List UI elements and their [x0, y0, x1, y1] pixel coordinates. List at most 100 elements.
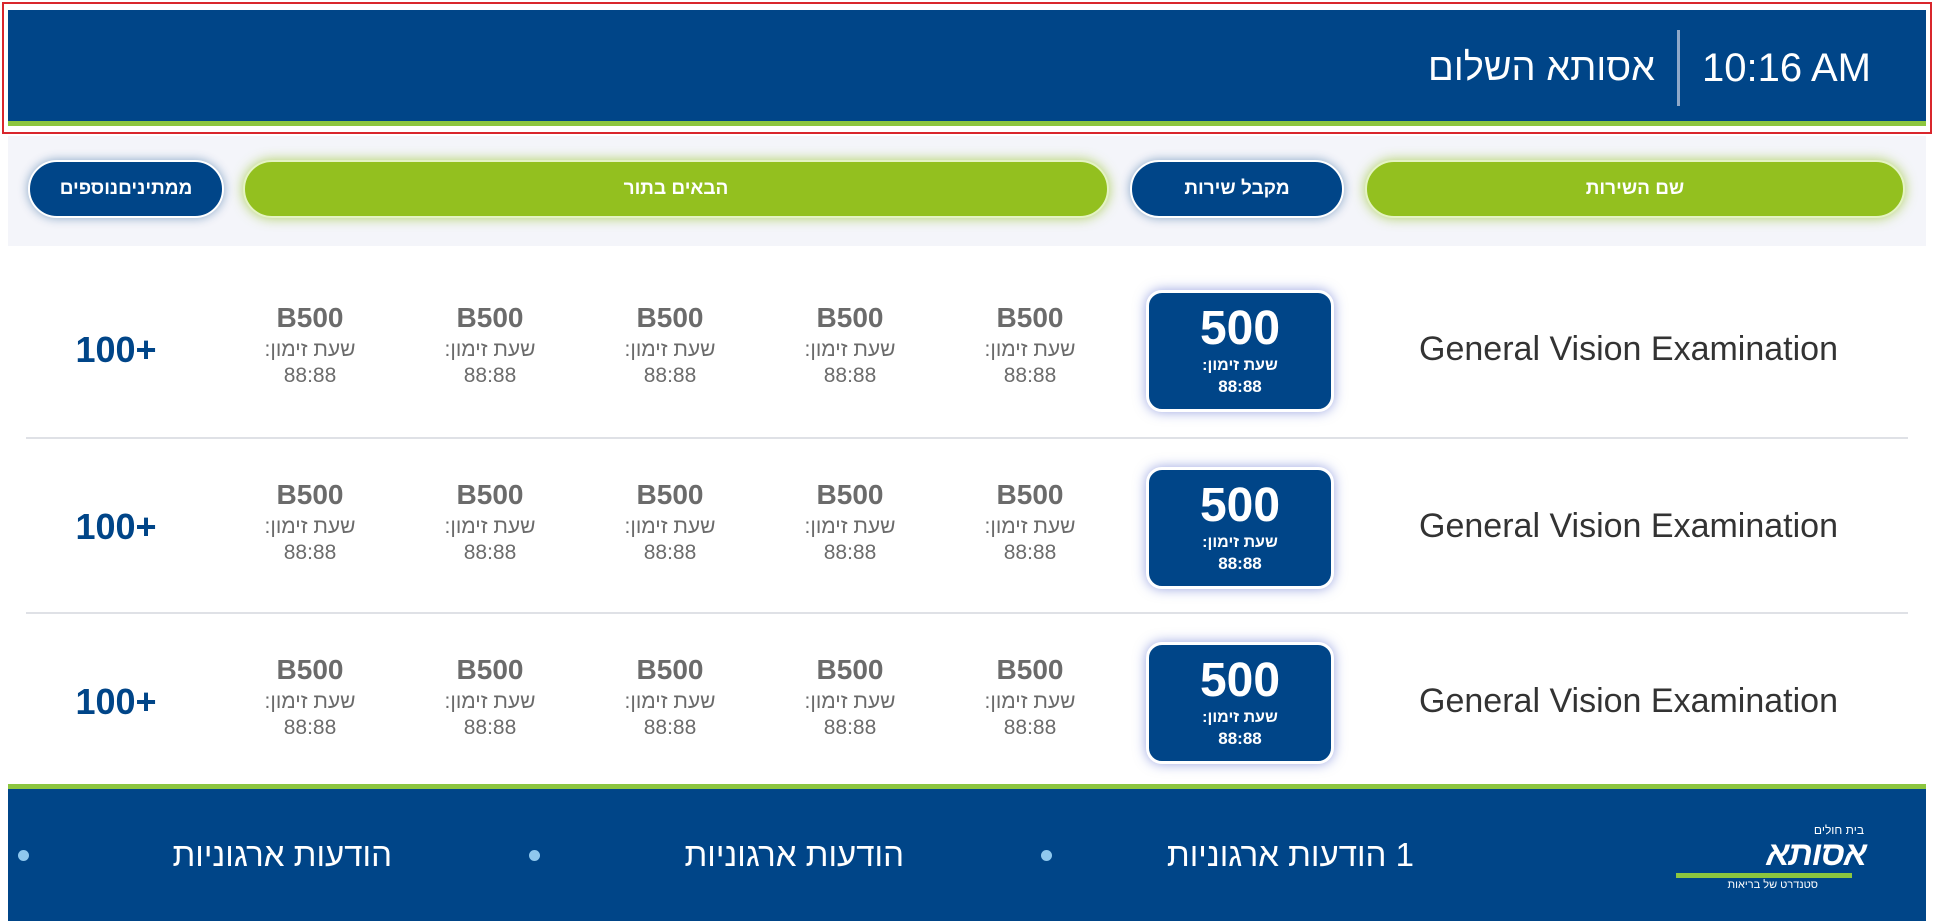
header-info: 10:16 AM אסותא השלום — [1428, 30, 1871, 106]
next-ticket-time: 88:88 — [283, 364, 337, 387]
next-ticket-number: B500 — [636, 302, 704, 333]
current-ticket-number: 500 — [1199, 479, 1281, 532]
next-ticket-time: 88:88 — [1003, 716, 1057, 739]
next-ticket-label: שעת זימון: — [264, 690, 356, 713]
next-ticket: B500 שעת זימון: 88:88 — [970, 654, 1090, 740]
next-ticket: B500 שעת זימון: 88:88 — [790, 479, 910, 565]
logo-subtitle: סטנדרט של בריאות — [1727, 879, 1818, 891]
next-ticket-label: שעת זימון: — [624, 515, 716, 538]
current-ticket: 500 שעת זימון: 88:88 — [1146, 642, 1334, 764]
next-ticket-time: 88:88 — [643, 716, 697, 739]
next-ticket-time: 88:88 — [643, 364, 697, 387]
next-ticket-number: B500 — [996, 479, 1064, 510]
column-next-in-line: הבאים בתור — [243, 160, 1109, 218]
next-ticket-time: 88:88 — [1003, 364, 1057, 387]
next-ticket-number: B500 — [636, 654, 704, 685]
next-ticket-time: 88:88 — [823, 541, 877, 564]
next-ticket-label: שעת זימון: — [264, 338, 356, 361]
next-ticket-time: 88:88 — [823, 716, 877, 739]
current-ticket-label: שעת זימון: — [1202, 709, 1278, 726]
current-ticket-time: 88:88 — [1218, 377, 1262, 396]
current-ticket-time: 88:88 — [1218, 554, 1262, 573]
queue-row: General Vision Examination 500 שעת זימון… — [26, 612, 1908, 787]
next-ticket: B500 שעת זימון: 88:88 — [250, 302, 370, 388]
next-ticket: B500 שעת זימון: 88:88 — [790, 654, 910, 740]
ticker-message: 1 הודעות ארגוניות — [1166, 836, 1414, 873]
footer-bar: בית חולים אסותא סטנדרט של בריאות 1 הודעו… — [8, 784, 1926, 921]
next-ticket-number: B500 — [276, 654, 344, 685]
next-ticket: B500 שעת זימון: 88:88 — [430, 654, 550, 740]
ticker-bullet — [529, 850, 540, 861]
hospital-name: אסותא השלום — [1428, 46, 1655, 89]
column-heading-bar: שם השירות מקבל שירות הבאים בתור ממתיניםנ… — [8, 136, 1926, 246]
current-ticket: 500 שעת זימון: 88:88 — [1146, 467, 1334, 589]
next-ticket: B500 שעת זימון: 88:88 — [430, 302, 550, 388]
top-header-bar: 10:16 AM אסותא השלום — [8, 10, 1926, 126]
next-ticket-time: 88:88 — [643, 541, 697, 564]
next-ticket-label: שעת זימון: — [984, 338, 1076, 361]
current-ticket: 500 שעת זימון: 88:88 — [1146, 290, 1334, 412]
next-ticket: B500 שעת זימון: 88:88 — [610, 479, 730, 565]
next-ticket: B500 שעת זימון: 88:88 — [610, 654, 730, 740]
logo-underline — [1676, 873, 1852, 878]
queue-rows: General Vision Examination 500 שעת זימון… — [26, 262, 1908, 787]
column-more-waiting: ממתיניםנוספים — [28, 160, 224, 218]
hospital-logo: בית חולים אסותא סטנדרט של בריאות — [1656, 823, 1867, 891]
next-ticket-label: שעת זימון: — [804, 515, 896, 538]
next-ticket-number: B500 — [996, 654, 1064, 685]
ticker-bullet — [18, 850, 29, 861]
next-ticket-label: שעת זימון: — [804, 338, 896, 361]
next-ticket-label: שעת זימון: — [984, 515, 1076, 538]
next-ticket-label: שעת זימון: — [444, 338, 536, 361]
ticker-message: הודעות ארגוניות — [172, 836, 392, 873]
service-name: General Vision Examination — [1419, 330, 1838, 368]
next-ticket-time: 88:88 — [1003, 541, 1057, 564]
next-ticket: B500 שעת זימון: 88:88 — [610, 302, 730, 388]
next-ticket-number: B500 — [456, 302, 524, 333]
next-ticket-label: שעת זימון: — [264, 515, 356, 538]
clock: 10:16 AM — [1701, 45, 1871, 90]
next-ticket-time: 88:88 — [463, 716, 517, 739]
logo-wordmark: אסותא — [1766, 835, 1867, 873]
next-ticket-number: B500 — [456, 654, 524, 685]
current-ticket-number: 500 — [1199, 654, 1281, 707]
next-ticket: B500 שעת זימון: 88:88 — [250, 654, 370, 740]
column-service-name: שם השירות — [1365, 160, 1905, 218]
next-ticket-number: B500 — [636, 479, 704, 510]
next-ticket-label: שעת זימון: — [624, 338, 716, 361]
current-ticket-label: שעת זימון: — [1202, 357, 1278, 374]
next-ticket-label: שעת זימון: — [984, 690, 1076, 713]
next-ticket-number: B500 — [276, 302, 344, 333]
next-ticket: B500 שעת זימון: 88:88 — [250, 479, 370, 565]
waiting-count: 100+ — [75, 328, 157, 370]
waiting-count: 100+ — [75, 505, 157, 547]
next-ticket: B500 שעת זימון: 88:88 — [970, 302, 1090, 388]
next-ticket-label: שעת זימון: — [444, 515, 536, 538]
next-ticket: B500 שעת זימון: 88:88 — [790, 302, 910, 388]
service-name: General Vision Examination — [1419, 507, 1838, 545]
service-name: General Vision Examination — [1419, 682, 1838, 720]
queue-row: General Vision Examination 500 שעת זימון… — [26, 437, 1908, 612]
queue-row: General Vision Examination 500 שעת זימון… — [26, 262, 1908, 437]
next-ticket: B500 שעת זימון: 88:88 — [430, 479, 550, 565]
ticker-bullet — [1041, 850, 1052, 861]
next-ticket-number: B500 — [276, 479, 344, 510]
next-ticket-time: 88:88 — [823, 364, 877, 387]
next-ticket-time: 88:88 — [463, 364, 517, 387]
next-ticket-label: שעת זימון: — [444, 690, 536, 713]
waiting-count: 100+ — [75, 680, 157, 722]
next-ticket-number: B500 — [816, 479, 884, 510]
current-ticket-time: 88:88 — [1218, 729, 1262, 748]
next-ticket-label: שעת זימון: — [804, 690, 896, 713]
ticker-message: הודעות ארגוניות — [684, 836, 904, 873]
next-ticket-time: 88:88 — [463, 541, 517, 564]
current-ticket-label: שעת זימון: — [1202, 534, 1278, 551]
next-ticket-number: B500 — [456, 479, 524, 510]
next-ticket-number: B500 — [816, 302, 884, 333]
column-receiving-service: מקבל שירות — [1130, 160, 1344, 218]
next-ticket-label: שעת זימון: — [624, 690, 716, 713]
next-ticket: B500 שעת זימון: 88:88 — [970, 479, 1090, 565]
next-ticket-time: 88:88 — [283, 541, 337, 564]
next-ticket-number: B500 — [996, 302, 1064, 333]
next-ticket-time: 88:88 — [283, 716, 337, 739]
